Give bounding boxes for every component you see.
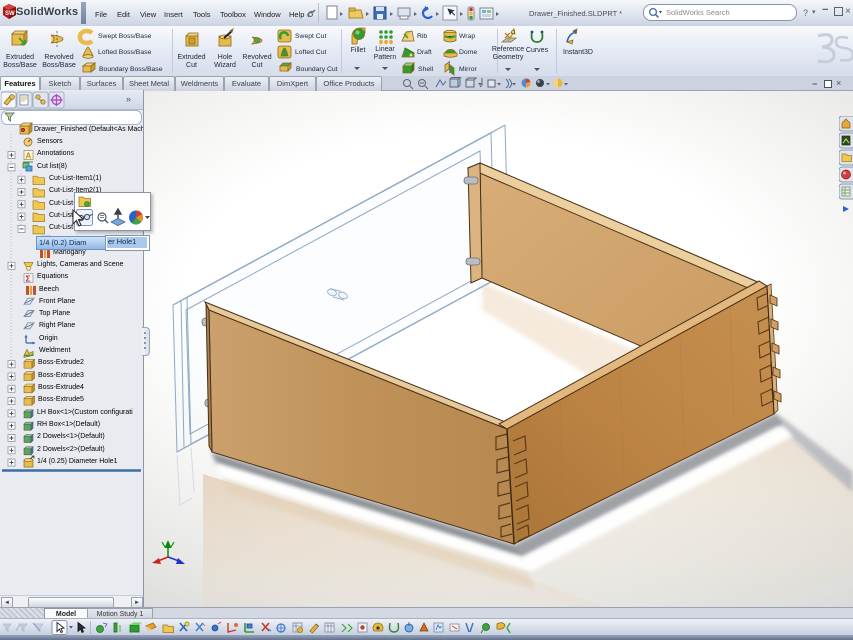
svg-text:SW: SW [5,11,15,17]
